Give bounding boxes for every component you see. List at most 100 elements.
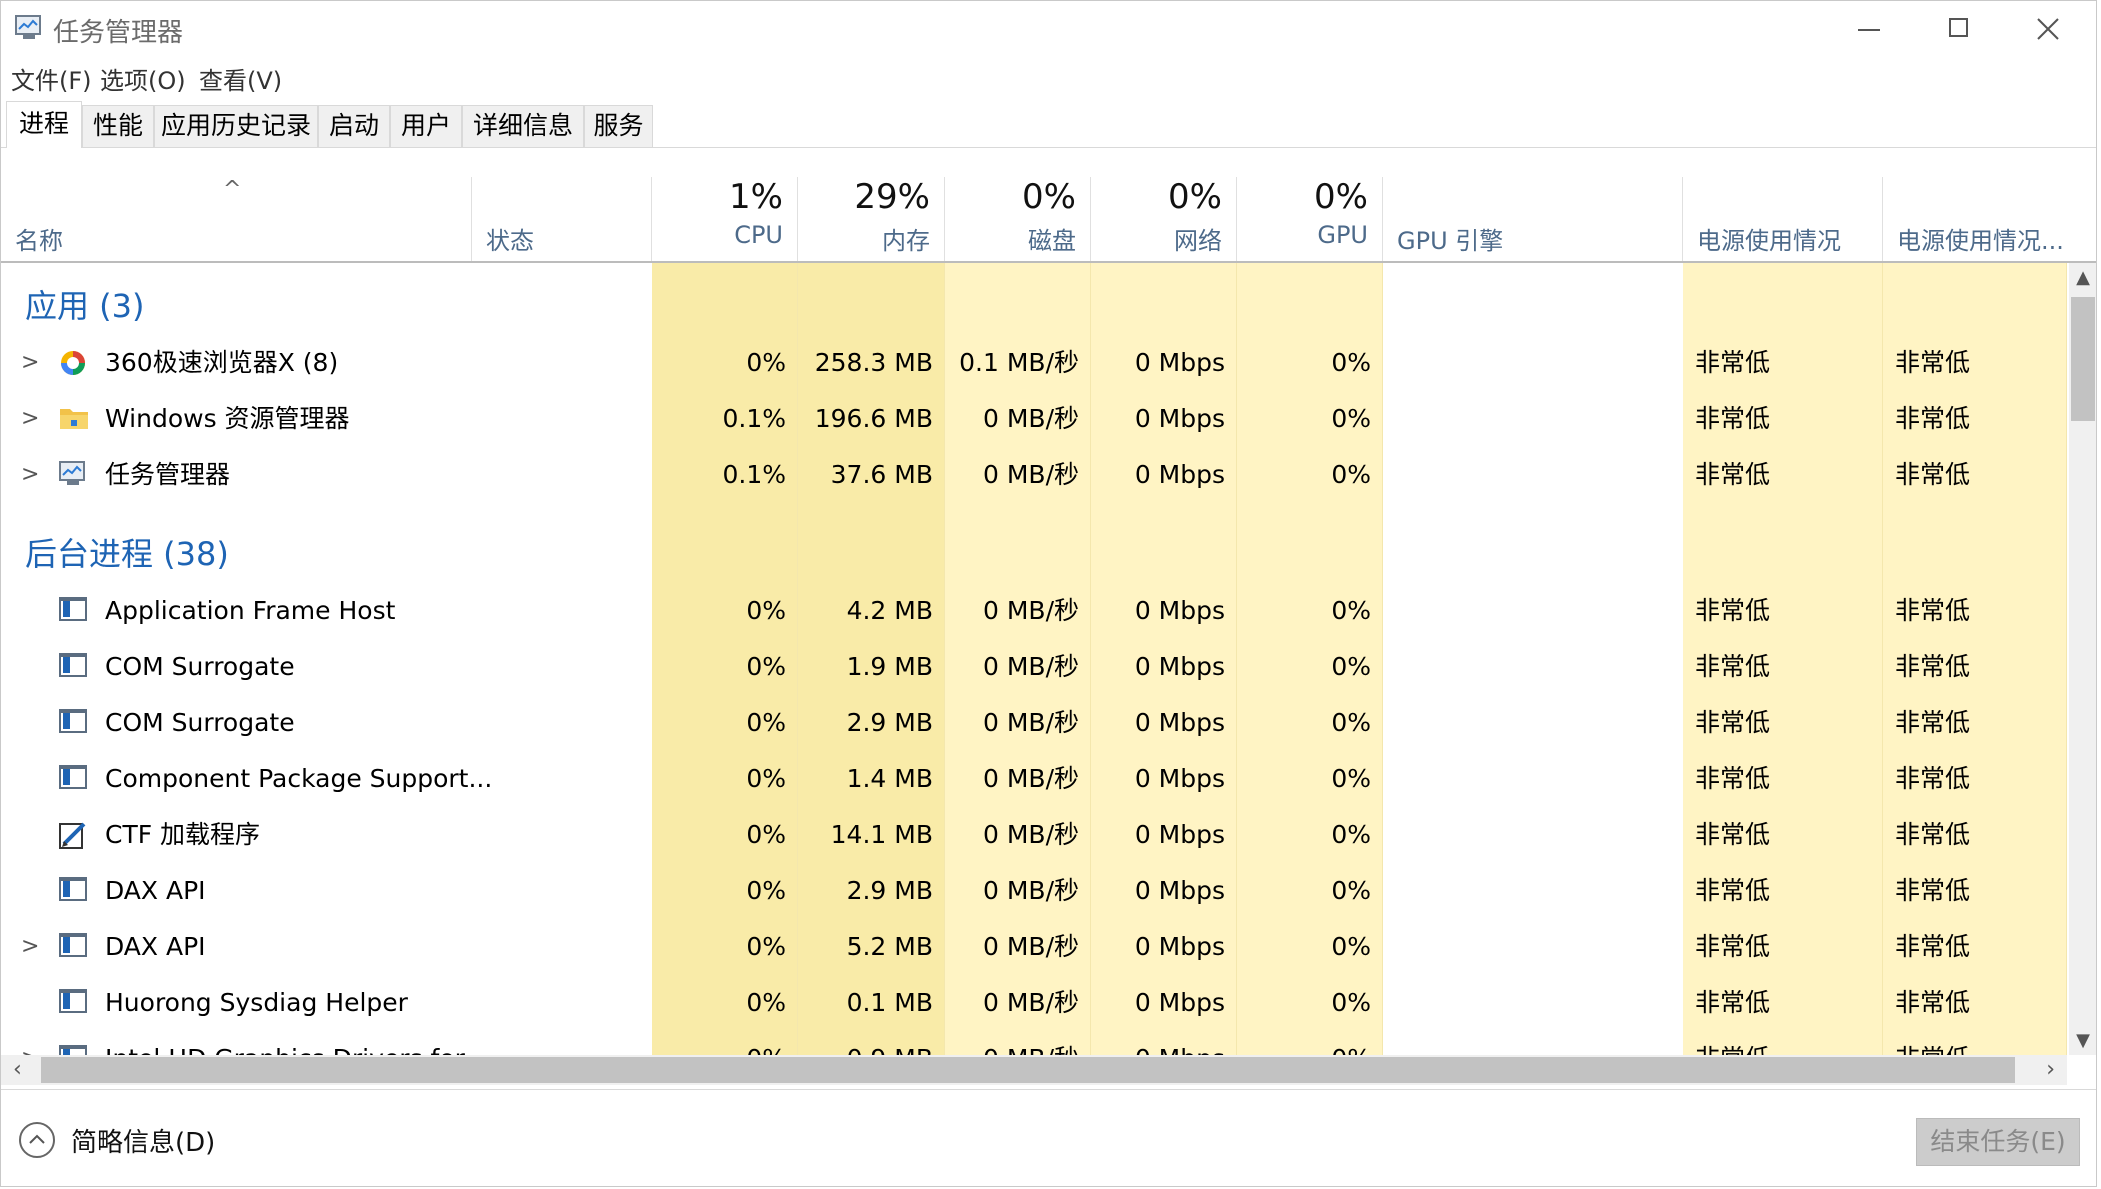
browser-360-icon [59, 349, 89, 377]
chevron-right-icon[interactable]: > [21, 335, 39, 391]
process-name: Huorong Sysdiag Helper [105, 988, 408, 1017]
cell-disk: 0 MB/秒 [945, 1031, 1091, 1055]
process-name: DAX API [105, 932, 206, 961]
cell-power: 非常低 [1695, 652, 1771, 681]
cell-power: 非常低 [1695, 764, 1771, 793]
table-row[interactable]: >Intel HD Graphics Drivers for0%0.9 MB0 … [1, 1031, 2067, 1055]
fewer-details-link[interactable]: 简略信息(D) [71, 1122, 215, 1159]
maximize-button[interactable] [1914, 1, 2004, 57]
horizontal-scrollbar[interactable]: ‹ › [1, 1055, 2067, 1085]
header-gpu[interactable]: 0% GPU [1237, 177, 1383, 261]
header-power-usage-trend[interactable]: 电源使用情况... [1883, 177, 2067, 261]
cell-power-trend: 非常低 [1895, 460, 1971, 489]
table-row[interactable]: > 任务管理器 0.1% 37.6 MB 0 MB/秒 0 Mbps 0% 非常低 非常低 [1, 447, 2067, 503]
menu-view[interactable]: 查看(V) [199, 61, 282, 96]
cell-net: 0 Mbps [1091, 1031, 1237, 1055]
cell-power-trend: 非常低 [1895, 348, 1971, 377]
header-status[interactable]: 状态 [472, 177, 652, 261]
cell-cpu: 0% [746, 708, 786, 737]
tab-performance[interactable]: 性能 [82, 105, 154, 147]
sort-ascending-icon: ^ [223, 177, 242, 202]
cell-disk: 0 MB/秒 [983, 708, 1079, 737]
cell-gpu: 0% [1331, 652, 1371, 681]
tab-details[interactable]: 详细信息 [462, 105, 584, 147]
cell-net: 0 Mbps [1134, 820, 1225, 849]
header-name[interactable]: ^ 名称 [1, 177, 472, 261]
table-row[interactable]: Huorong Sysdiag Helper 0% 0.1 MB 0 MB/秒 0 Mb… [1, 975, 2067, 1031]
cell-disk: 0.1 MB/秒 [959, 348, 1079, 377]
exe-icon [59, 653, 89, 681]
vertical-scrollbar[interactable]: ▲ ▼ [2069, 263, 2096, 1055]
cell-gpu: 0% [1331, 820, 1371, 849]
cell-mem: 258.3 MB [814, 348, 933, 377]
chevron-right-icon[interactable]: > [21, 919, 39, 975]
cell-power: 非常低 [1683, 1031, 1883, 1055]
table-row[interactable]: DAX API 0% 2.9 MB 0 MB/秒 0 Mbps 0% 非常低 非常低 [1, 863, 2067, 919]
chevron-right-icon[interactable]: > [21, 1031, 39, 1055]
tab-app-history[interactable]: 应用历史记录 [154, 105, 318, 147]
cell-cpu: 0% [746, 820, 786, 849]
table-row[interactable]: COM Surrogate 0% 1.9 MB 0 MB/秒 0 Mbps 0% 非常低 非常… [1, 639, 2067, 695]
table-row[interactable]: Application Frame Host 0% 4.2 MB 0 MB/秒 0 Mb… [1, 583, 2067, 639]
cell-disk: 0 MB/秒 [983, 764, 1079, 793]
header-gpu-engine[interactable]: GPU 引擎 [1383, 177, 1683, 261]
minimize-button[interactable] [1824, 1, 1914, 57]
header-disk[interactable]: 0% 磁盘 [945, 177, 1091, 261]
table-row[interactable]: > Windows 资源管理器 0.1% 196.6 MB 0 MB/秒 0 Mbps 0%… [1, 391, 2067, 447]
cell-power: 非常低 [1695, 820, 1771, 849]
chevron-right-icon[interactable]: > [21, 447, 39, 503]
cell-power: 非常低 [1695, 460, 1771, 489]
scroll-down-icon[interactable]: ▼ [2069, 1030, 2096, 1051]
cell-mem: 1.9 MB [846, 652, 933, 681]
exe-icon [59, 877, 89, 905]
cell-power-trend: 非常低 [1895, 820, 1971, 849]
process-name: Windows 资源管理器 [105, 404, 350, 433]
cell-gpu: 0% [1331, 596, 1371, 625]
tab-services[interactable]: 服务 [584, 105, 653, 147]
close-icon [2037, 18, 2059, 40]
scroll-up-icon[interactable]: ▲ [2069, 267, 2096, 288]
menu-options[interactable]: 选项(O) [100, 61, 186, 96]
cell-power-trend: 非常低 [1883, 1031, 2067, 1055]
cell-disk: 0 MB/秒 [983, 404, 1079, 433]
cell-mem: 1.4 MB [846, 764, 933, 793]
chevron-right-icon[interactable]: > [21, 391, 39, 447]
tab-users[interactable]: 用户 [390, 105, 462, 147]
scroll-right-icon[interactable]: › [2046, 1055, 2055, 1085]
tab-processes[interactable]: 进程 [6, 101, 82, 148]
process-name: 任务管理器 [105, 460, 231, 489]
end-task-button[interactable]: 结束任务(E) [1916, 1118, 2080, 1166]
table-row[interactable]: Component Package Support... 0% 1.4 MB 0 MB… [1, 751, 2067, 807]
cell-power: 非常低 [1695, 348, 1771, 377]
title-bar[interactable]: 任务管理器 [1, 1, 2096, 57]
table-row[interactable]: >360极速浏览器X (8) 0% 258.3 MB 0.1 MB/秒 0 Mbps 0%… [1, 335, 2067, 391]
tab-startup[interactable]: 启动 [318, 105, 390, 147]
header-network[interactable]: 0% 网络 [1091, 177, 1237, 261]
table-row[interactable]: COM Surrogate 0% 2.9 MB 0 MB/秒 0 Mbps 0% 非常低 非常… [1, 695, 2067, 751]
cell-power-trend: 非常低 [1895, 988, 1971, 1017]
cell-cpu: 0% [746, 876, 786, 905]
cell-mem: 14.1 MB [830, 820, 933, 849]
cell-power-trend: 非常低 [1895, 652, 1971, 681]
table-row[interactable]: > DAX API 0% 5.2 MB 0 MB/秒 0 Mbps 0% 非常低 非常低 [1, 919, 2067, 975]
chevron-up-circle-icon[interactable] [19, 1122, 55, 1158]
cell-mem: 4.2 MB [846, 596, 933, 625]
cell-cpu: 0% [746, 988, 786, 1017]
cell-disk: 0 MB/秒 [983, 988, 1079, 1017]
horizontal-scroll-thumb[interactable] [41, 1057, 2015, 1083]
header-cpu[interactable]: 1% CPU [652, 177, 798, 261]
column-header: ^ 名称 状态 1% CPU 29% 内存 0% 磁盘 0% 网络 0% GPU… [1, 177, 2096, 263]
cell-mem: 0.9 MB [798, 1031, 945, 1055]
cell-power-trend: 非常低 [1895, 404, 1971, 433]
header-memory[interactable]: 29% 内存 [798, 177, 945, 261]
menu-file[interactable]: 文件(F) [11, 61, 92, 96]
header-power-usage[interactable]: 电源使用情况 [1683, 177, 1883, 261]
cell-net: 0 Mbps [1134, 988, 1225, 1017]
close-button[interactable] [2004, 1, 2094, 57]
cell-net: 0 Mbps [1134, 708, 1225, 737]
folder-icon [59, 405, 89, 433]
scroll-left-icon[interactable]: ‹ [13, 1055, 22, 1085]
exe-icon [59, 765, 89, 793]
table-row[interactable]: CTF 加载程序 0% 14.1 MB 0 MB/秒 0 Mbps 0% 非常低 非常低 [1, 807, 2067, 863]
vertical-scroll-thumb[interactable] [2071, 297, 2095, 421]
